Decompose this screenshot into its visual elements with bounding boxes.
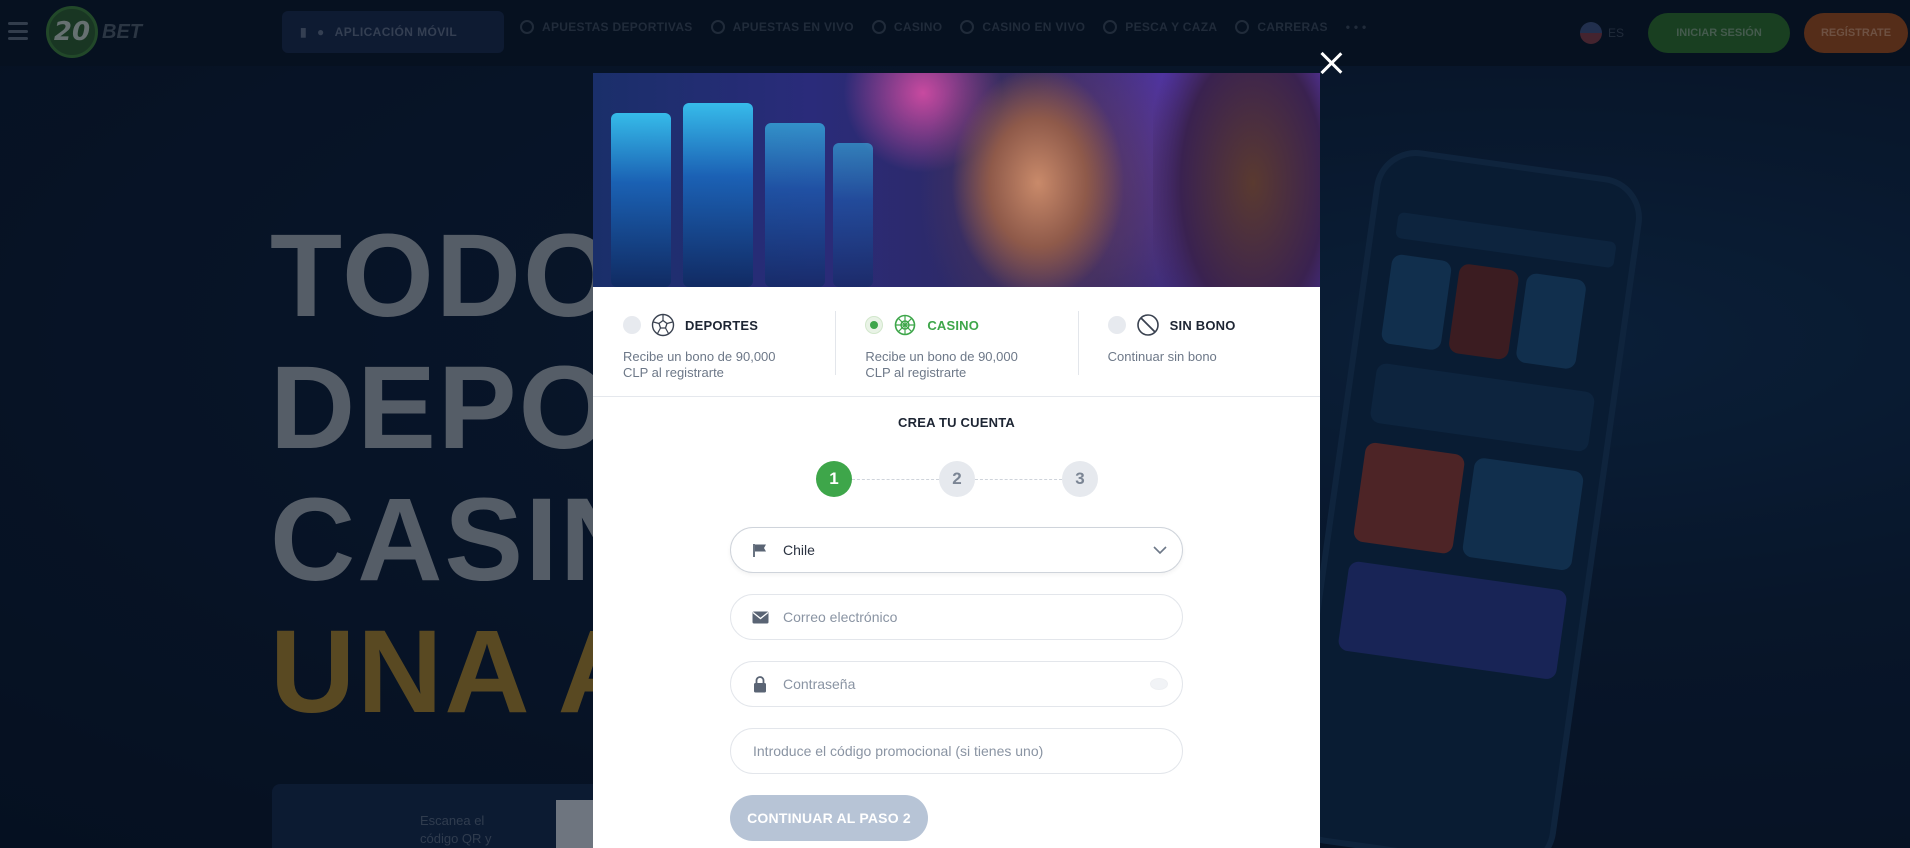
bonus-option-no-bonus[interactable]: SIN BONO Continuar sin bono [1077, 287, 1320, 396]
flag-icon [751, 542, 769, 558]
email-field[interactable] [730, 594, 1183, 640]
show-password-icon[interactable] [1150, 678, 1168, 690]
form-title: CREA TU CUENTA [898, 415, 1015, 430]
slot-machine-image [833, 143, 873, 287]
radio-sports[interactable] [623, 316, 641, 334]
chevron-down-icon [1153, 546, 1167, 555]
promo-code-field[interactable] [730, 728, 1183, 774]
country-value: Chile [783, 542, 815, 558]
step-2: 2 [939, 461, 975, 497]
registration-modal: DEPORTES Recibe un bono de 90,000 CLP al… [593, 73, 1320, 848]
promo-code-input[interactable] [753, 743, 1173, 759]
country-select[interactable]: Chile [730, 527, 1183, 573]
step-indicator: 1 2 3 [816, 461, 1098, 497]
radio-casino[interactable] [865, 316, 884, 334]
step-connector [975, 479, 1062, 480]
envelope-icon [751, 609, 769, 625]
bonus-option-sports[interactable]: DEPORTES Recibe un bono de 90,000 CLP al… [593, 287, 835, 396]
bonus-desc-sports: Recibe un bono de 90,000 CLP al registra… [623, 349, 776, 380]
continue-step-2-button[interactable]: CONTINUAR AL PASO 2 [730, 795, 928, 841]
banner-model-image [1153, 73, 1320, 287]
no-bonus-icon [1136, 314, 1159, 336]
soccer-ball-icon [651, 313, 675, 337]
close-icon[interactable] [1316, 48, 1346, 78]
step-1: 1 [816, 461, 852, 497]
bonus-title-sports: DEPORTES [685, 317, 759, 333]
slot-machine-image [683, 103, 753, 287]
bonus-title-casino: CASINO [927, 317, 980, 333]
email-input[interactable] [783, 609, 1143, 625]
step-connector [852, 479, 939, 480]
radio-no-bonus[interactable] [1107, 316, 1126, 334]
casino-banner-image [593, 73, 1320, 287]
bonus-desc-no-bonus: Continuar sin bono [1107, 349, 1217, 364]
password-input[interactable] [783, 676, 1143, 692]
bonus-desc-casino: Recibe un bono de 90,000 CLP al registra… [865, 349, 1018, 380]
slot-machine-icon [895, 314, 916, 336]
bonus-title-no-bonus: SIN BONO [1169, 317, 1236, 333]
bonus-option-casino[interactable]: CASINO Recibe un bono de 90,000 CLP al r… [835, 287, 1077, 396]
slot-machine-image [611, 113, 671, 287]
step-3: 3 [1062, 461, 1098, 497]
lock-icon [751, 675, 769, 692]
slot-machine-image [765, 123, 825, 287]
password-field[interactable] [730, 661, 1183, 707]
bonus-selector: DEPORTES Recibe un bono de 90,000 CLP al… [593, 287, 1320, 397]
